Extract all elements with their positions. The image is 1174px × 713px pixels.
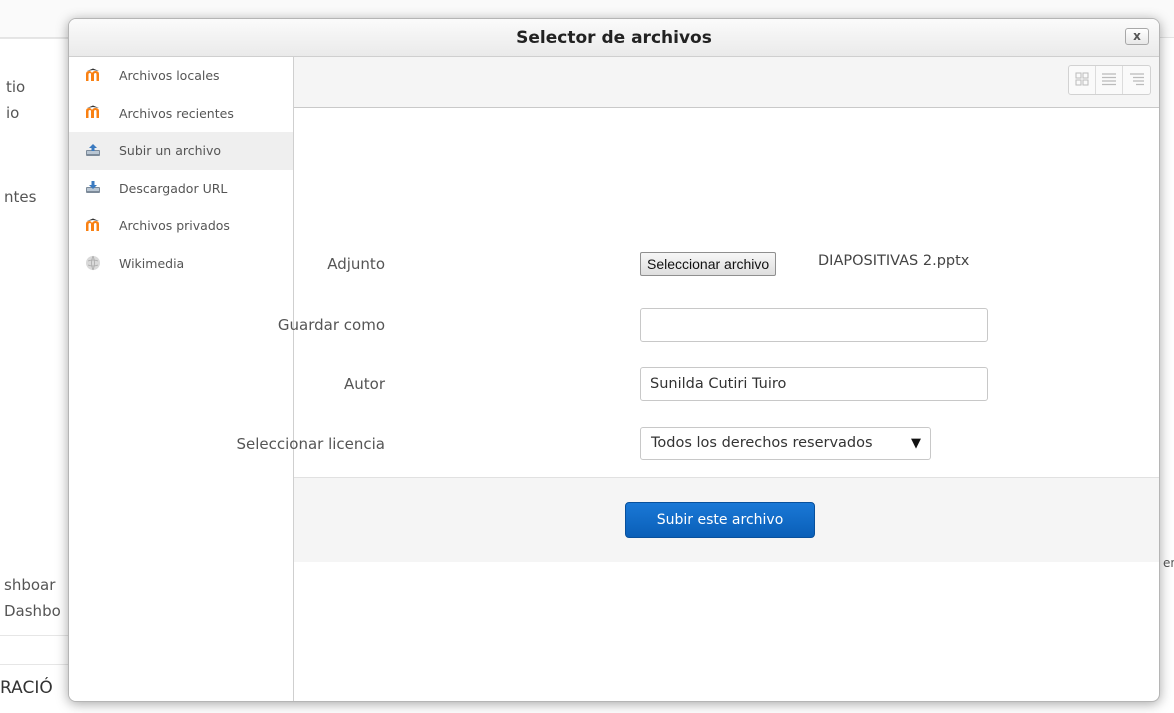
upload-form: Adjunto Seleccionar archivo DIAPOSITIVAS… bbox=[236, 109, 1159, 477]
dropdown-arrow-icon: ▼ bbox=[907, 428, 921, 459]
main-panel: Adjunto Seleccionar archivo DIAPOSITIVAS… bbox=[236, 57, 1159, 701]
license-label: Seleccionar licencia bbox=[236, 435, 385, 453]
moodle-icon bbox=[85, 68, 101, 84]
background-text: Dashbo bbox=[4, 602, 61, 620]
upload-this-file-button[interactable]: Subir este archivo bbox=[625, 502, 815, 538]
form-footer: Subir este archivo bbox=[294, 477, 1159, 562]
view-switcher bbox=[1068, 65, 1151, 95]
background-text: shboar bbox=[4, 576, 56, 594]
author-input[interactable] bbox=[640, 367, 988, 401]
background-text: RACIÓ bbox=[0, 678, 53, 698]
icons-view-button[interactable] bbox=[1069, 66, 1096, 94]
sidebar-item-recent-files[interactable]: Archivos recientes bbox=[69, 95, 293, 133]
sidebar-item-url-downloader[interactable]: Descargador URL bbox=[69, 170, 293, 208]
attachment-row: Adjunto Seleccionar archivo DIAPOSITIVAS… bbox=[294, 247, 1159, 281]
download-icon bbox=[85, 180, 101, 196]
background-text: tio bbox=[6, 78, 26, 96]
save-as-label: Guardar como bbox=[277, 316, 385, 334]
sidebar-item-label: Descargador URL bbox=[119, 180, 228, 196]
save-as-row: Guardar como bbox=[278, 308, 1159, 342]
chosen-file-name: DIAPOSITIVAS 2.pptx bbox=[818, 253, 970, 269]
close-icon: x bbox=[1133, 29, 1141, 43]
attachment-label: Adjunto bbox=[327, 255, 385, 273]
list-icon bbox=[1101, 71, 1117, 90]
file-picker-dialog: Selector de archivos x Archivos locales … bbox=[68, 18, 1160, 702]
file-picker-toolbar bbox=[294, 57, 1159, 108]
save-as-input[interactable] bbox=[640, 308, 988, 342]
sidebar-item-upload-file[interactable]: Subir un archivo bbox=[69, 132, 293, 170]
moodle-icon bbox=[85, 218, 101, 234]
sidebar-item-label: Archivos privados bbox=[119, 218, 230, 234]
author-row: Autor bbox=[294, 367, 1159, 401]
choose-file-button[interactable]: Seleccionar archivo bbox=[640, 252, 777, 276]
grid-icon bbox=[1075, 71, 1089, 90]
list-view-button[interactable] bbox=[1096, 66, 1123, 94]
moodle-icon bbox=[85, 105, 101, 121]
tree-view-button[interactable] bbox=[1123, 66, 1150, 94]
license-selected-value: Todos los derechos reservados bbox=[651, 435, 873, 451]
background-text: io bbox=[6, 104, 20, 122]
dialog-header: Selector de archivos x bbox=[69, 19, 1159, 57]
sidebar-item-label: Archivos locales bbox=[119, 68, 220, 84]
sidebar-item-label: Archivos recientes bbox=[119, 105, 234, 121]
license-select[interactable]: Todos los derechos reservados ▼ bbox=[640, 427, 931, 460]
upload-icon bbox=[85, 143, 101, 159]
dialog-title: Selector de archivos bbox=[516, 28, 712, 48]
license-row: Seleccionar licencia Todos los derechos … bbox=[236, 427, 1159, 461]
sidebar-item-local-files[interactable]: Archivos locales bbox=[69, 57, 293, 95]
tree-icon bbox=[1129, 71, 1145, 90]
sidebar-item-label: Subir un archivo bbox=[119, 143, 222, 159]
background-text: en bbox=[1163, 556, 1174, 570]
close-button[interactable]: x bbox=[1125, 28, 1149, 45]
background-text: ntes bbox=[4, 188, 37, 206]
sidebar-item-private-files[interactable]: Archivos privados bbox=[69, 207, 293, 245]
author-label: Autor bbox=[344, 375, 385, 393]
